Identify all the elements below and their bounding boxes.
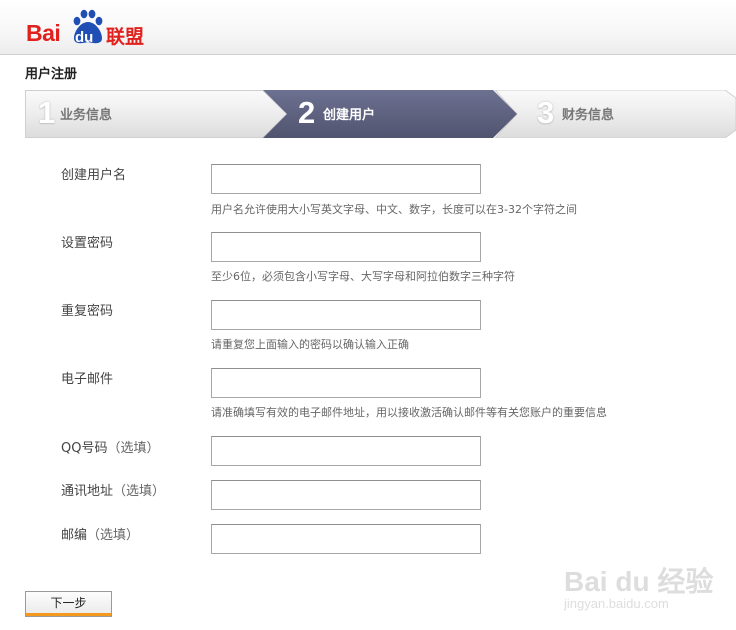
email-hint: 请准确填写有效的电子邮件地址，用以接收激活确认邮件等有关您账户的重要信息: [211, 406, 607, 419]
next-step-label: 下一步: [50, 596, 87, 610]
password-label: 设置密码: [61, 236, 114, 251]
username-hint: 用户名允许使用大小写英文字母、中文、数字，长度可以在3-32个字符之间: [211, 203, 577, 216]
qq-label-text: QQ号码: [61, 441, 108, 456]
postcode-optional-tag: （选填）: [87, 528, 140, 543]
baidu-union-logo[interactable]: Bai du 联盟: [26, 8, 151, 48]
step-3-number: 3: [537, 95, 555, 130]
logo-text-du: du: [75, 29, 94, 46]
watermark: Bai du 经验 jingyan.baidu.com: [562, 552, 732, 622]
password-hint: 至少6位，必须包含小写字母、大写字母和阿拉伯数字三种字符: [211, 270, 515, 283]
address-label-text: 通讯地址: [61, 484, 114, 499]
address-input[interactable]: [211, 480, 481, 510]
step-1-label: 业务信息: [60, 108, 113, 123]
watermark-url: jingyan.baidu.com: [564, 596, 669, 611]
next-step-button[interactable]: 下一步: [25, 591, 112, 617]
logo-text-bai: Bai: [26, 20, 61, 46]
address-label: 通讯地址（选填）: [61, 480, 165, 499]
confirm-password-label: 重复密码: [61, 304, 114, 319]
postcode-label-text: 邮编: [61, 528, 88, 543]
username-label: 创建用户名: [61, 168, 127, 183]
button-accent-bar: [26, 613, 111, 616]
step-arrows-graphic: [25, 90, 736, 138]
qq-optional-tag: （选填）: [107, 441, 160, 456]
watermark-logo: Bai du 经验: [564, 566, 714, 597]
confirm-password-hint: 请重复您上面输入的密码以确认输入正确: [211, 338, 409, 351]
email-input[interactable]: [211, 368, 481, 398]
postcode-label: 邮编（选填）: [61, 524, 139, 543]
username-input[interactable]: [211, 164, 481, 194]
step-progress: 1 业务信息 2 创建用户 3 财务信息: [25, 90, 736, 138]
password-input[interactable]: [211, 232, 481, 262]
qq-label: QQ号码（选填）: [61, 437, 159, 456]
email-label: 电子邮件: [61, 372, 114, 387]
header-bar: Bai du 联盟: [0, 0, 736, 55]
page-title: 用户注册: [25, 67, 78, 82]
postcode-input[interactable]: [211, 524, 481, 554]
step-2-number: 2: [298, 95, 316, 130]
address-optional-tag: （选填）: [113, 484, 166, 499]
step-3-label: 财务信息: [562, 108, 615, 123]
step-2-label: 创建用户: [323, 108, 376, 123]
step-1-number: 1: [38, 95, 56, 130]
qq-input[interactable]: [211, 436, 481, 466]
logo-text-union: 联盟: [106, 26, 145, 48]
confirm-password-input[interactable]: [211, 300, 481, 330]
